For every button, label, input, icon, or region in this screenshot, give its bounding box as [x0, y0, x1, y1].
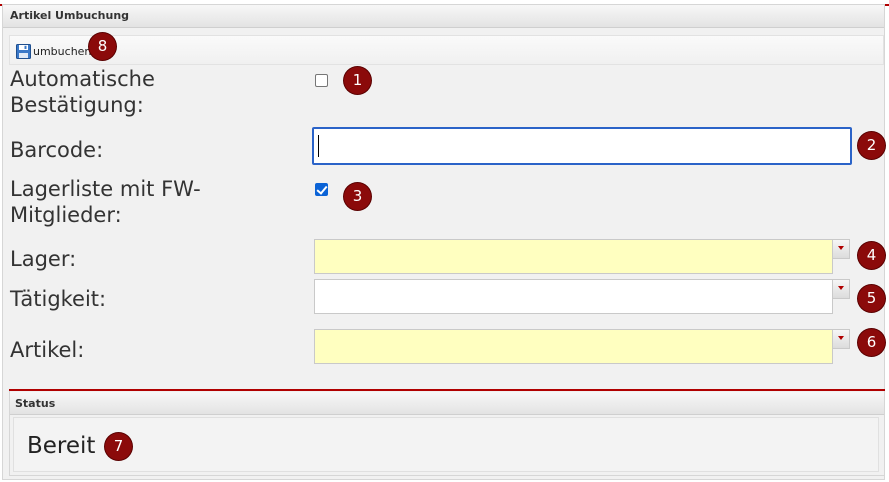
- activity-input[interactable]: [314, 279, 833, 314]
- article-label: Artikel:: [10, 338, 85, 362]
- storage-dropdown-arrow-icon[interactable]: [833, 239, 850, 259]
- status-body: Bereit: [13, 417, 879, 472]
- save-disk-icon: [16, 43, 31, 59]
- activity-label: Tätigkeit:: [10, 287, 107, 311]
- status-accent-line: [9, 389, 885, 391]
- text-caret: [318, 135, 319, 157]
- status-header: Status: [10, 392, 884, 415]
- panel-header: Artikel Umbuchung: [3, 5, 884, 28]
- badge-1: 1: [344, 67, 371, 94]
- book-button-label: umbuchen: [33, 44, 92, 58]
- activity-dropdown-arrow-icon[interactable]: [833, 279, 850, 299]
- article-combo[interactable]: [314, 329, 850, 364]
- badge-8: 8: [89, 33, 116, 60]
- badge-7: 7: [105, 433, 132, 460]
- status-text: Bereit: [27, 433, 96, 459]
- activity-combo[interactable]: [314, 279, 850, 314]
- storage-input[interactable]: [314, 239, 833, 274]
- storage-combo[interactable]: [314, 239, 850, 274]
- book-button[interactable]: umbuchen: [16, 41, 91, 61]
- article-input[interactable]: [314, 329, 833, 364]
- storage-list-fw-checkbox[interactable]: [315, 183, 328, 196]
- badge-6: 6: [858, 329, 885, 356]
- storage-list-fw-label: Lagerliste mit FW-Mitglieder:: [10, 177, 201, 227]
- article-dropdown-arrow-icon[interactable]: [833, 329, 850, 349]
- auto-confirm-label: Automatische Bestätigung:: [10, 67, 155, 117]
- badge-5: 5: [858, 285, 885, 312]
- badge-4: 4: [858, 242, 885, 269]
- barcode-label: Barcode:: [10, 138, 104, 162]
- barcode-input[interactable]: [312, 127, 852, 165]
- badge-3: 3: [344, 183, 371, 210]
- status-title: Status: [15, 397, 56, 410]
- badge-2: 2: [858, 132, 885, 159]
- status-panel: Status Bereit: [9, 389, 885, 476]
- auto-confirm-checkbox[interactable]: [315, 74, 328, 87]
- storage-label: Lager:: [10, 247, 77, 271]
- panel-title: Artikel Umbuchung: [10, 9, 130, 22]
- toolbar: umbuchen: [9, 35, 884, 65]
